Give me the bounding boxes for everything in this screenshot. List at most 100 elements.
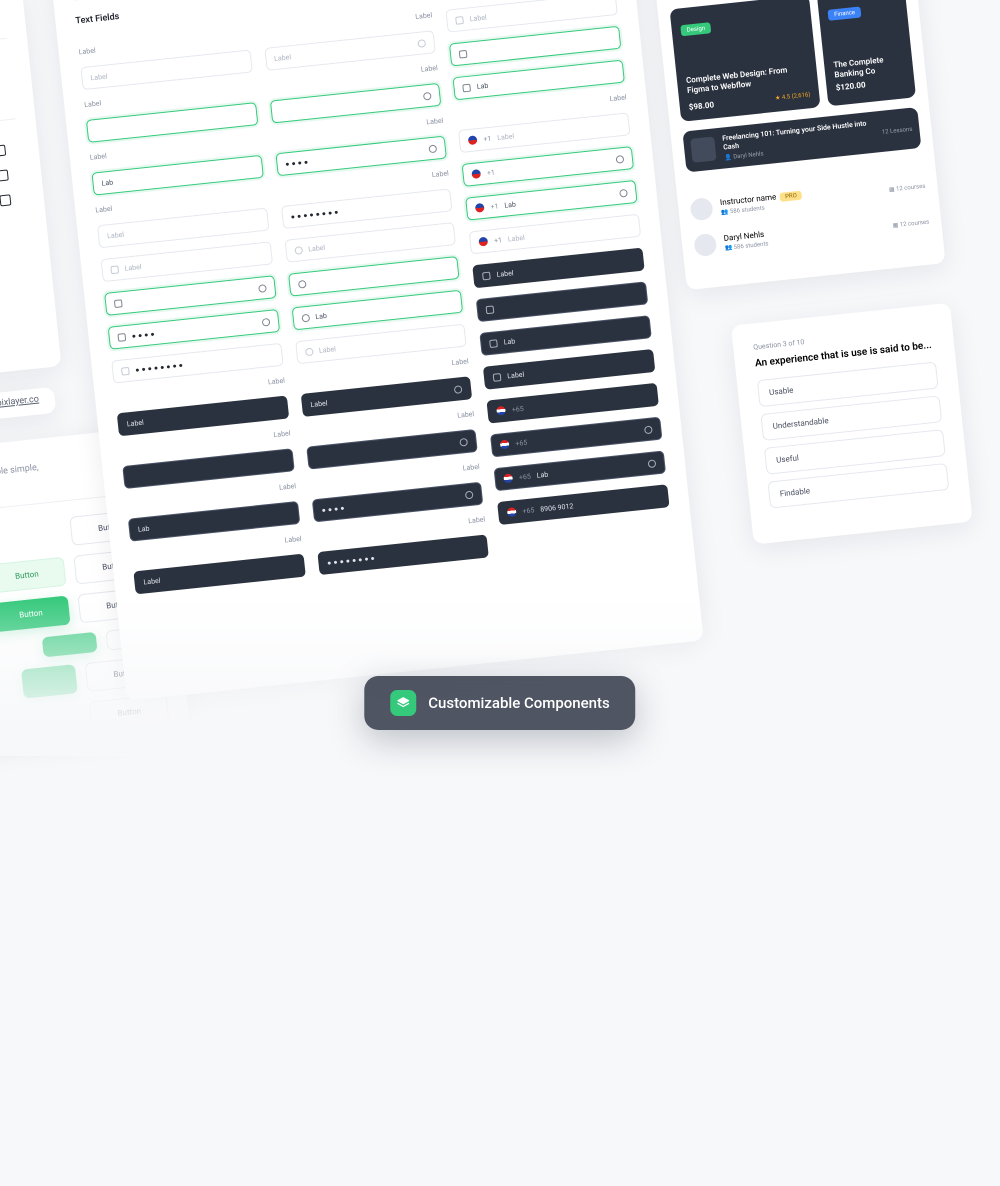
textfield-icon-focus[interactable] [104, 275, 276, 316]
eye-icon[interactable] [465, 490, 474, 499]
textfield-user-filled[interactable]: Label [295, 324, 467, 365]
cart-icon [0, 169, 9, 181]
textfield-mail-typing[interactable]: Lab [453, 60, 625, 101]
textfield-mail-focus[interactable] [449, 26, 621, 67]
quiz-panel: Question 3 of 10 An experience that is u… [731, 303, 973, 545]
textfield-suffix[interactable]: Label [264, 30, 436, 71]
clear-icon[interactable] [644, 425, 653, 434]
link-panel: www.pixlayer.co [0, 387, 56, 444]
textfield-dark-pw[interactable]: ●●●● [311, 482, 483, 523]
textfield-dark-filled[interactable]: Label [133, 554, 305, 595]
course-badge: Design [680, 22, 711, 36]
course-price: $98.00 [688, 100, 714, 112]
clear-icon[interactable] [616, 155, 625, 164]
eye-icon[interactable] [429, 144, 438, 153]
icons-panel: people instantly understand. [0, 0, 61, 400]
layers-icon [390, 690, 416, 716]
textfield-icon[interactable]: Label [101, 241, 273, 282]
eye-icon[interactable] [261, 317, 270, 326]
textfield-dark-suffix[interactable]: Label [300, 376, 472, 417]
textfield-dark-typing[interactable]: Lab [128, 501, 300, 542]
textfield-focus-empty[interactable] [86, 102, 258, 143]
flag-us-icon [472, 169, 482, 179]
textfield-user-typing[interactable]: Lab [291, 290, 463, 331]
textfield-user[interactable]: Label [284, 222, 456, 263]
textfield-focus-typing[interactable]: Lab [91, 155, 263, 196]
mail-icon [455, 15, 464, 24]
textfield-dark-suffix-focus[interactable] [306, 429, 478, 470]
textfield-dark-phone-focus[interactable]: +65 [490, 417, 662, 458]
user-icon [297, 279, 306, 288]
eye-icon[interactable] [258, 284, 267, 293]
course-card-dark[interactable]: Finance The Complete Banking Co $120.00 [817, 0, 916, 106]
textfield-phone-filled[interactable]: +1Label [469, 214, 641, 255]
flag-us-icon [475, 203, 485, 213]
course-rating: ★ 4.5 (2,616) [775, 91, 811, 102]
textfield-password[interactable]: ●●●●●●●● [111, 343, 283, 384]
textfield-user-focus[interactable] [288, 256, 460, 297]
textfield-dark-phone[interactable]: +65 [487, 383, 659, 424]
textfield-phone-typing[interactable]: +1Lab [465, 180, 637, 221]
lock-icon [121, 366, 130, 375]
button-primary-2[interactable] [42, 632, 98, 658]
course-badge: Finance [828, 6, 862, 20]
textfield-phone-focus[interactable]: +1 [462, 146, 634, 187]
textfield-dark-pw-full[interactable]: ●●●●●●●● [317, 534, 489, 575]
pixlayer-link[interactable]: www.pixlayer.co [0, 394, 39, 411]
mail-icon [482, 271, 491, 280]
text-fields-panel: Components Text Fields A text field is a… [44, 0, 703, 701]
search-icon [0, 194, 11, 206]
avatar [689, 197, 713, 221]
flag-icon [504, 473, 514, 483]
textfield-pw-dots[interactable]: ●●●●●●●● [281, 188, 453, 229]
flag-icon [496, 406, 506, 416]
textfield-dark-mail-typing[interactable]: Lab [480, 315, 652, 356]
eye-icon[interactable] [418, 39, 427, 48]
icons-tagline: people instantly understand. [0, 14, 5, 54]
flag-icon [507, 507, 517, 517]
mail-icon [493, 373, 502, 382]
textfield-empty[interactable]: Label [80, 49, 252, 90]
user-icon [305, 347, 314, 356]
textfield-filled[interactable]: Label [97, 208, 269, 249]
lock-icon [110, 265, 119, 274]
textfield-dark-focus[interactable] [122, 448, 294, 489]
mail-icon [486, 305, 495, 314]
banner-text: Customizable Components [428, 694, 609, 712]
courses-panel: Complete Web Design: From Figma to Webfl… [641, 0, 946, 290]
clear-icon[interactable] [619, 188, 628, 197]
textfield-dark[interactable]: Label [117, 396, 289, 437]
textfield-dark-mail-filled[interactable]: Label [483, 349, 655, 390]
eye-icon[interactable] [460, 437, 469, 446]
lock-icon [117, 333, 126, 342]
textfield-dark-phone-filled[interactable]: +658906 9012 [497, 484, 669, 525]
banner-pill: Customizable Components [364, 676, 635, 730]
textfield-phone[interactable]: +1Label [458, 112, 630, 153]
textfield-dark-mail-focus[interactable] [476, 281, 648, 322]
textfield-pw-suffix[interactable]: ●●●● [275, 136, 447, 177]
mail-icon [459, 49, 468, 58]
filter-icon [0, 145, 6, 157]
button-outline-6[interactable]: Button [89, 694, 169, 731]
textfield-dark-phone-typing[interactable]: +65Lab [494, 450, 666, 491]
flag-us-icon [479, 237, 489, 247]
lock-icon [114, 299, 123, 308]
course-thumb [690, 137, 716, 163]
flag-icon [500, 440, 510, 450]
mail-icon [489, 339, 498, 348]
textfield-suffix-focus[interactable] [270, 83, 442, 124]
eye-icon[interactable] [454, 385, 463, 394]
eye-icon[interactable] [423, 91, 432, 100]
clear-icon[interactable] [647, 459, 656, 468]
avatar [693, 232, 717, 256]
button-light[interactable]: Button [0, 557, 67, 594]
icon-grid-outline [0, 143, 24, 234]
course-card-dark[interactable]: Design Complete Web Design: From Figma t… [670, 0, 821, 122]
button-primary[interactable]: Button [0, 595, 71, 632]
user-icon [301, 313, 310, 322]
textfield-password-focus[interactable]: ●●●● [108, 309, 280, 350]
textfield-dark-mail[interactable]: Label [473, 248, 645, 289]
mail-icon [463, 83, 472, 92]
user-icon [294, 246, 303, 255]
button-primary-3[interactable] [21, 664, 78, 698]
